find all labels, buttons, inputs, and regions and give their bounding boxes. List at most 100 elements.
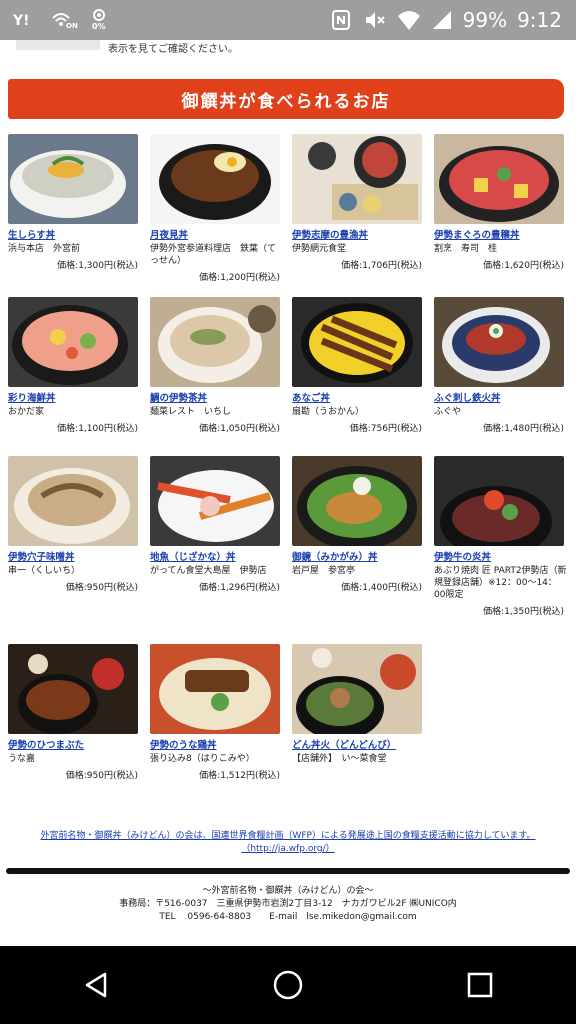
price: 価格:1,100円(税込) xyxy=(57,424,138,434)
menu-link[interactable]: ふぐ刺し鉄火丼 xyxy=(434,390,568,404)
menu-link[interactable]: 伊勢のうな鶏丼 xyxy=(150,737,284,751)
food-photo[interactable] xyxy=(150,297,280,387)
menu-link[interactable]: 伊勢穴子味噌丼 xyxy=(8,549,142,563)
navigation-bar xyxy=(0,946,576,1024)
food-photo[interactable] xyxy=(434,456,564,546)
price: 価格:1,620円(税込) xyxy=(483,261,564,271)
food-photo[interactable] xyxy=(8,134,138,224)
menu-link[interactable]: 御鏡（みかがみ）丼 xyxy=(292,549,426,563)
price: 価格:1,512円(税込) xyxy=(199,771,280,781)
menu-link[interactable]: 彩り海鮮丼 xyxy=(8,390,142,404)
recents-button[interactable] xyxy=(450,955,510,1015)
food-photo[interactable] xyxy=(292,644,422,734)
data-usage-icon: 0% xyxy=(92,8,106,32)
food-photo[interactable] xyxy=(292,456,422,546)
nfc-icon xyxy=(329,8,353,32)
shop-name: うな嘉 xyxy=(8,754,36,764)
shop-name: 岩戸屋 参宮亭 xyxy=(292,566,356,576)
food-photo[interactable] xyxy=(150,134,280,224)
back-button[interactable] xyxy=(66,955,126,1015)
menu-link[interactable]: 月夜見丼 xyxy=(150,227,284,241)
menu-link[interactable]: どん丼火（どんどんび） xyxy=(292,737,426,751)
wfp-link[interactable]: 外宮前名物・御饌丼（みけどん）の会は、国連世界食糧計画（WFP）による発展途上国… xyxy=(8,830,568,856)
food-photo[interactable] xyxy=(434,297,564,387)
footer-contact: TEL 0596-64-8803 E-mail lse.mikedon@gmai… xyxy=(159,912,417,922)
menu-link[interactable]: 生しらす丼 xyxy=(8,227,142,241)
shop-card: 生しらす丼 浜与本店 外宮前 価格:1,300円(税込) xyxy=(8,134,142,271)
brush-divider xyxy=(6,868,570,874)
shop-card: どん丼火（どんどんび） 【店舗外】 い～菜食堂 xyxy=(292,644,426,765)
shop-name: がってん食堂大島屋 伊勢店 xyxy=(150,566,267,576)
mute-icon xyxy=(363,8,387,32)
menu-link[interactable]: 伊勢まぐろの豊穣丼 xyxy=(434,227,568,241)
wifi-icon xyxy=(397,9,421,31)
price: 価格:1,706円(税込) xyxy=(341,261,422,271)
banner-title: 御饌丼が食べられるお店 xyxy=(181,91,391,112)
shop-card: 伊勢まぐろの豊穣丼 割烹 寿司 桂 価格:1,620円(税込) xyxy=(434,134,568,271)
recents-icon xyxy=(467,972,493,998)
section-banner: 御饌丼が食べられるお店 xyxy=(8,79,564,119)
food-photo[interactable] xyxy=(8,456,138,546)
shop-name: 【店舗外】 い～菜食堂 xyxy=(292,754,387,764)
shop-name: あぶり焼肉 匠 PART2伊勢店（新規登録店舗）※12：00～14：00限定 xyxy=(434,566,567,600)
web-page[interactable]: 表示を見てご確認ください。 御饌丼が食べられるお店 生しらす丼 浜与本店 外宮前… xyxy=(0,40,576,946)
shop-name: ふぐや xyxy=(434,407,462,417)
food-photo[interactable] xyxy=(292,134,422,224)
menu-link[interactable]: 地魚（じざかな）丼 xyxy=(150,549,284,563)
shop-name: 張り込み8（はりこみや） xyxy=(150,754,255,764)
shop-card: あなご丼 扇勘（うおかん） 価格:756円(税込) xyxy=(292,297,426,434)
price: 価格:950円(税込) xyxy=(65,583,138,593)
shop-card: 御鏡（みかがみ）丼 岩戸屋 参宮亭 価格:1,400円(税込) xyxy=(292,456,426,593)
menu-link[interactable]: 伊勢牛の炎丼 xyxy=(434,549,568,563)
food-photo[interactable] xyxy=(8,644,138,734)
footer-address: 事務局：〒516-0037 三重県伊勢市岩渕2丁目3-12 ナカガワビル2F ㈱… xyxy=(119,899,457,909)
shop-card: 鯛の伊勢茶丼 麺菜レスト いちし 価格:1,050円(税込) xyxy=(150,297,284,434)
status-bar: Y! ON 0% 99% 9:12 xyxy=(0,0,576,40)
home-button[interactable] xyxy=(258,955,318,1015)
shop-card: 伊勢志摩の豊漁丼 伊勢網元食堂 価格:1,706円(税込) xyxy=(292,134,426,271)
home-icon xyxy=(273,970,303,1000)
price: 価格:1,480円(税込) xyxy=(483,424,564,434)
menu-link[interactable]: 伊勢志摩の豊漁丼 xyxy=(292,227,426,241)
top-fragment: 表示を見てご確認ください。 xyxy=(16,40,576,55)
wifi-on-icon: ON xyxy=(50,9,78,31)
shop-card: 地魚（じざかな）丼 がってん食堂大島屋 伊勢店 価格:1,296円(税込) xyxy=(150,456,284,593)
shop-card: 伊勢のひつまぶた うな嘉 価格:950円(税込) xyxy=(8,644,142,781)
shop-name: 割烹 寿司 桂 xyxy=(434,244,498,254)
footer: ～外宮前名物・御饌丼（みけどん）の会～ 事務局：〒516-0037 三重県伊勢市… xyxy=(0,885,576,924)
shop-name: 浜与本店 外宮前 xyxy=(8,244,81,254)
footer-org: ～外宮前名物・御饌丼（みけどん）の会～ xyxy=(202,886,374,896)
price: 価格:756円(税込) xyxy=(349,424,422,434)
signal-icon xyxy=(431,9,453,31)
food-photo[interactable] xyxy=(8,297,138,387)
shop-name: 扇勘（うおかん） xyxy=(292,407,365,417)
shop-card: 伊勢牛の炎丼 あぶり焼肉 匠 PART2伊勢店（新規登録店舗）※12：00～14… xyxy=(434,456,568,617)
food-photo[interactable] xyxy=(292,297,422,387)
shop-name: 伊勢外宮参道料理店 鉄葉（てっせん） xyxy=(150,244,277,266)
price: 価格:1,400円(税込) xyxy=(341,583,422,593)
price: 価格:950円(税込) xyxy=(65,771,138,781)
food-photo[interactable] xyxy=(150,644,280,734)
shop-card: 彩り海鮮丼 おかだ家 価格:1,100円(税込) xyxy=(8,297,142,434)
clock: 9:12 xyxy=(517,8,562,32)
shop-name: 伊勢網元食堂 xyxy=(292,244,347,254)
price: 価格:1,300円(税込) xyxy=(57,261,138,271)
menu-link[interactable]: 鯛の伊勢茶丼 xyxy=(150,390,284,404)
shop-name: 串一（くしいち） xyxy=(8,566,81,576)
price: 価格:1,350円(税込) xyxy=(483,607,564,617)
shop-card: 伊勢穴子味噌丼 串一（くしいち） 価格:950円(税込) xyxy=(8,456,142,593)
yahoo-icon: Y! xyxy=(12,11,36,29)
price: 価格:1,200円(税込) xyxy=(199,273,280,283)
shop-card: ふぐ刺し鉄火丼 ふぐや 価格:1,480円(税込) xyxy=(434,297,568,434)
shop-name: 麺菜レスト いちし xyxy=(150,407,232,417)
menu-link[interactable]: 伊勢のひつまぶた xyxy=(8,737,142,751)
food-photo[interactable] xyxy=(434,134,564,224)
cropped-image xyxy=(16,40,100,50)
menu-link[interactable]: あなご丼 xyxy=(292,390,426,404)
price: 価格:1,296円(税込) xyxy=(199,583,280,593)
price: 価格:1,050円(税込) xyxy=(199,424,280,434)
shop-card: 伊勢のうな鶏丼 張り込み8（はりこみや） 価格:1,512円(税込) xyxy=(150,644,284,781)
food-photo[interactable] xyxy=(150,456,280,546)
shop-name: おかだ家 xyxy=(8,407,45,417)
back-icon xyxy=(85,972,107,998)
